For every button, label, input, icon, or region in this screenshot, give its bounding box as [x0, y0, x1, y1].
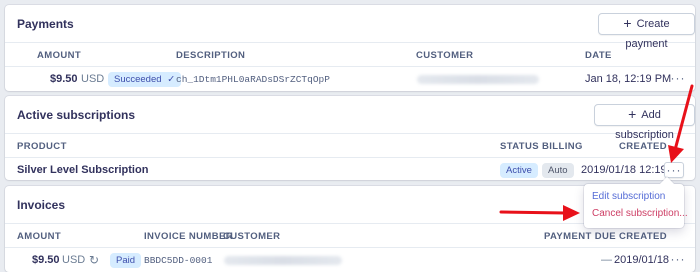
plus-icon: +: [628, 106, 637, 122]
subscription-created: 2019/01/18 12:19: [581, 164, 667, 176]
column-amount[interactable]: AMOUNT: [37, 50, 81, 61]
column-customer[interactable]: CUSTOMER: [223, 231, 280, 242]
column-customer[interactable]: CUSTOMER: [416, 50, 473, 61]
invoice-payment-due: —: [601, 254, 612, 266]
subscriptions-title: Active subscriptions: [17, 108, 136, 122]
add-subscription-button[interactable]: + Add subscription: [594, 104, 695, 141]
more-options-icon[interactable]: ···: [664, 162, 684, 178]
column-status[interactable]: STATUS: [500, 141, 539, 152]
checkmark-icon: ✓: [167, 74, 176, 85]
payments-card: Payments + Create payment AMOUNT DESCRIPT…: [5, 5, 695, 91]
payments-table-header: AMOUNT DESCRIPTION CUSTOMER DATE: [5, 43, 695, 67]
invoice-amount: $9.50: [32, 254, 60, 266]
column-amount[interactable]: AMOUNT: [17, 231, 61, 242]
column-product[interactable]: PRODUCT: [17, 141, 67, 152]
column-created[interactable]: CREATED: [619, 231, 667, 242]
more-options-icon[interactable]: ···: [669, 252, 687, 268]
invoices-title: Invoices: [17, 198, 66, 212]
payments-header: Payments + Create payment: [5, 5, 695, 50]
status-badge: Succeeded ✓: [108, 72, 182, 87]
edit-subscription-menu-item[interactable]: Edit subscription: [592, 191, 665, 202]
invoice-created: 2019/01/18: [614, 254, 670, 266]
customer-email-blurred: [417, 75, 539, 84]
status-badge: Active: [500, 163, 538, 178]
column-date[interactable]: DATE: [585, 50, 612, 61]
payment-date: Jan 18, 12:19 PM: [585, 73, 672, 85]
table-row[interactable]: $9.50 USD ↻ Paid BBDC5DD-0001 — 2019/01/…: [5, 248, 695, 272]
subscription-actions-menu: Edit subscription Cancel subscription...: [584, 176, 688, 228]
column-invoice-number[interactable]: INVOICE NUMBER: [144, 231, 233, 242]
invoice-number: BBDC5DD-0001: [144, 255, 213, 266]
table-row[interactable]: $9.50 USD Succeeded ✓ ch_1Dtm1PHL0aRADsD…: [5, 67, 695, 91]
payment-currency: USD: [81, 73, 105, 85]
column-created[interactable]: CREATED: [619, 141, 667, 152]
subscriptions-header: Active subscriptions + Add subscription: [5, 96, 695, 141]
column-payment-due[interactable]: PAYMENT DUE: [544, 231, 616, 242]
cancel-subscription-menu-item[interactable]: Cancel subscription...: [592, 208, 688, 219]
billing-badge: Auto: [542, 163, 574, 178]
more-options-icon[interactable]: ···: [669, 71, 687, 87]
table-row[interactable]: Silver Level Subscription Active Auto 20…: [5, 158, 695, 180]
plus-icon: +: [623, 15, 632, 31]
payments-title: Payments: [17, 17, 74, 31]
invoice-currency: USD: [62, 254, 86, 266]
status-badge: Paid: [110, 253, 142, 268]
column-billing[interactable]: BILLING: [542, 141, 583, 152]
payment-amount: $9.50: [50, 73, 78, 85]
subscriptions-card: Active subscriptions + Add subscription P…: [5, 96, 695, 180]
customer-email-blurred: [224, 256, 342, 265]
create-payment-button[interactable]: + Create payment: [598, 13, 695, 50]
status-badge-label: Succeeded: [114, 74, 162, 85]
payment-description: ch_1Dtm1PHL0aRADsDSrZCTqOpP: [176, 74, 330, 85]
subscriptions-table-header: PRODUCT STATUS BILLING CREATED: [5, 134, 695, 158]
subscription-product: Silver Level Subscription: [17, 164, 149, 176]
refresh-icon: ↻: [89, 253, 100, 267]
column-description[interactable]: DESCRIPTION: [176, 50, 245, 61]
